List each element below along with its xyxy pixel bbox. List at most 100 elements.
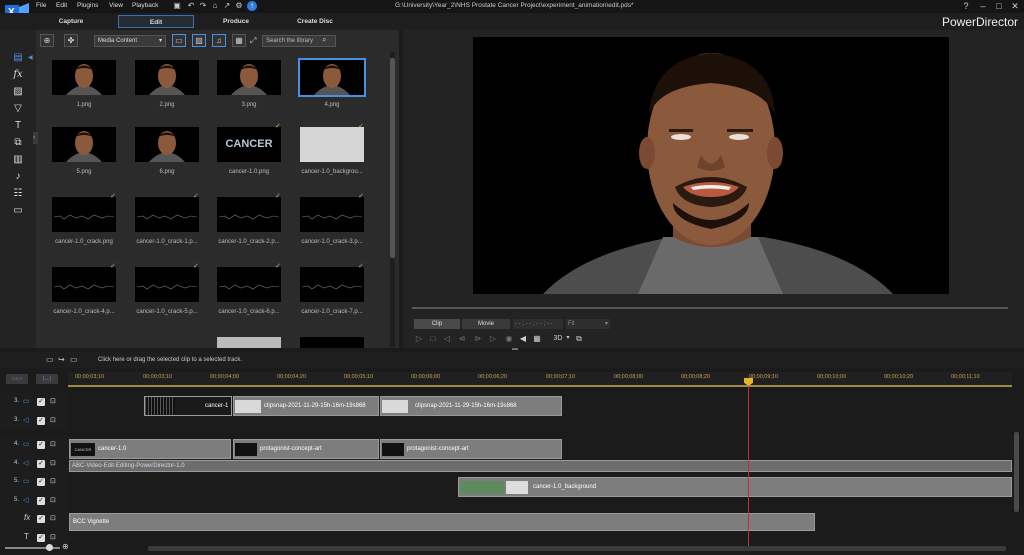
track-lock-icon[interactable]: ⊡ — [50, 397, 56, 405]
upgrade-icon[interactable]: ↑ — [247, 1, 257, 11]
media-thumbnail[interactable] — [298, 58, 366, 97]
search-icon[interactable]: ⌕ — [322, 35, 326, 45]
voice-over-icon[interactable]: ♪ — [11, 170, 25, 184]
image-filter-button[interactable]: ▨ — [192, 34, 206, 47]
plugins-button[interactable]: ✤ — [64, 34, 78, 47]
timeline-clip-protagonist-2[interactable]: protagonist-concept-art — [380, 439, 562, 459]
timeline-clip-bcc-vignette[interactable]: BCC Vignette — [69, 513, 815, 531]
media-thumbnail[interactable] — [52, 197, 116, 232]
snapshot-icon[interactable]: ◉ — [504, 333, 514, 344]
menu-playback[interactable]: Playback — [132, 2, 158, 9]
timeline-clip-cancer-1[interactable]: cancer-1 — [144, 396, 232, 416]
chapter-room-icon[interactable]: ☷ — [11, 187, 25, 201]
import-media-button[interactable]: ⊕ — [40, 34, 54, 47]
overlay-icon[interactable]: ▭ — [70, 355, 78, 364]
fit-timeline-button[interactable]: |↔| — [36, 374, 58, 384]
track-manager-icon[interactable]: ↪ — [58, 355, 65, 364]
next-frame-icon[interactable]: ▷ — [488, 333, 498, 344]
media-thumbnail[interactable] — [52, 127, 116, 162]
media-thumbnail[interactable] — [135, 267, 199, 302]
undock-preview-icon[interactable]: ⧉ — [574, 333, 584, 344]
track-enable-checkbox[interactable]: ✓ — [37, 398, 45, 406]
timeline-clip-audio[interactable]: ABC-Video-Edit-Editing-PowerDirector-1.0 — [69, 460, 1012, 472]
subtitle-room-icon[interactable]: ▭ — [11, 204, 25, 218]
particle-room-icon[interactable]: ▽ — [11, 102, 25, 116]
track-lock-icon[interactable]: ⊡ — [50, 477, 56, 485]
step-forward-icon[interactable]: ⊳ — [473, 333, 483, 344]
step-back-icon[interactable]: ⊲ — [457, 333, 467, 344]
track-enable-checkbox[interactable]: ✓ — [37, 441, 45, 449]
media-thumbnail[interactable] — [300, 267, 364, 302]
audio-filter-button[interactable]: ♫ — [212, 34, 226, 47]
media-thumbnail[interactable] — [300, 337, 364, 348]
share-icon[interactable]: ↗ — [222, 1, 232, 11]
track-enable-checkbox[interactable]: ✓ — [37, 478, 45, 486]
track-enable-checkbox[interactable]: ✓ — [37, 534, 45, 542]
tab-edit[interactable]: Edit — [118, 15, 194, 28]
track-enable-checkbox[interactable]: ✓ — [37, 497, 45, 505]
maximize-button[interactable]: □ — [991, 0, 1007, 12]
media-thumbnail[interactable] — [300, 127, 364, 162]
fx-room-icon[interactable]: fx — [11, 68, 25, 82]
view-mode-button[interactable]: ▦ — [232, 34, 246, 47]
timeline-vertical-scrollbar[interactable] — [1014, 432, 1019, 512]
media-thumbnail[interactable] — [52, 267, 116, 302]
pip-room-icon[interactable]: ▨ — [11, 85, 25, 99]
play-icon[interactable]: ▷ — [414, 333, 424, 344]
stop-icon[interactable]: □ — [428, 333, 438, 344]
track-lock-icon[interactable]: ⊡ — [50, 459, 56, 467]
chevron-down-icon[interactable]: ▾ — [563, 333, 573, 344]
timeline-clip-clipsnap-1[interactable]: clipsnap-2021-11-29-15h-16m-19s868 — [233, 396, 379, 416]
media-thumbnail[interactable] — [217, 267, 281, 302]
track-lock-icon[interactable]: ⊡ — [50, 440, 56, 448]
timeline-horizontal-scrollbar[interactable] — [148, 546, 1006, 551]
title-room-icon[interactable]: T — [11, 119, 25, 133]
insert-track-icon[interactable]: ▭ — [46, 355, 54, 364]
panel-collapse-icon[interactable]: ▬ — [512, 346, 518, 352]
preview-timecode[interactable]: - - ; - - ; - - ; - - — [513, 319, 563, 329]
track-lock-icon[interactable]: ⊡ — [50, 496, 56, 504]
redo-icon[interactable]: ↷ — [198, 1, 208, 11]
transition-room-icon[interactable]: ⧉ — [11, 136, 25, 150]
timeline-clip-clipsnap-2[interactable]: clipsnap-2021-11-29-15h-16m-19s868 — [380, 396, 562, 416]
media-content-select[interactable]: Media Content ▾ — [94, 35, 166, 47]
previous-frame-icon[interactable]: ◁ — [442, 333, 452, 344]
timeline-clip-protagonist-1[interactable]: protagonist-concept-art — [233, 439, 379, 459]
undo-icon[interactable]: ↶ — [186, 1, 196, 11]
track-enable-checkbox[interactable]: ✓ — [37, 460, 45, 468]
volume-icon[interactable]: ◀ — [518, 333, 528, 344]
track-lock-icon[interactable]: ⊡ — [50, 533, 56, 541]
media-room-icon[interactable]: ▤ — [11, 51, 25, 65]
media-thumbnail[interactable] — [217, 197, 281, 232]
menu-edit[interactable]: Edit — [56, 2, 67, 9]
timeline-clip-cancer-1-0[interactable]: CANCER cancer-1.0 — [69, 439, 231, 459]
preview-scrubber[interactable] — [412, 307, 1008, 309]
settings-icon[interactable]: ⚙ — [234, 1, 244, 11]
library-scrollbar-thumb[interactable] — [390, 58, 395, 258]
tab-capture[interactable]: Capture — [40, 15, 102, 28]
quality-icon[interactable]: ▦ — [532, 333, 542, 344]
media-thumbnail[interactable] — [217, 60, 281, 95]
menu-plugins[interactable]: Plugins — [77, 2, 98, 9]
expand-icon[interactable]: ⤢ — [250, 36, 256, 46]
track-lock-icon[interactable]: ⊡ — [50, 416, 56, 424]
zoom-in-icon[interactable]: ⊕ — [62, 542, 69, 551]
media-thumbnail[interactable] — [135, 127, 199, 162]
movie-mode-tab[interactable]: Movie — [462, 319, 510, 329]
track-enable-checkbox[interactable]: ✓ — [37, 417, 45, 425]
help-icon[interactable]: ? — [958, 0, 974, 12]
menu-file[interactable]: File — [36, 2, 46, 9]
clip-mode-tab[interactable]: Clip — [414, 319, 460, 329]
minimize-button[interactable]: – — [975, 0, 991, 12]
media-thumbnail[interactable] — [135, 60, 199, 95]
video-filter-button[interactable]: ▭ — [172, 34, 186, 47]
timeline-zoom-knob[interactable] — [46, 544, 53, 551]
media-thumbnail[interactable] — [217, 337, 281, 348]
track-view-button[interactable]: ▭▭ — [6, 374, 28, 384]
media-thumbnail[interactable] — [135, 197, 199, 232]
media-thumbnail[interactable]: CANCER — [217, 127, 281, 162]
save-icon[interactable]: ▣ — [172, 1, 182, 11]
expand-panel-icon[interactable]: › — [33, 132, 38, 144]
media-thumbnail[interactable] — [300, 197, 364, 232]
track-enable-checkbox[interactable]: ✓ — [37, 515, 45, 523]
